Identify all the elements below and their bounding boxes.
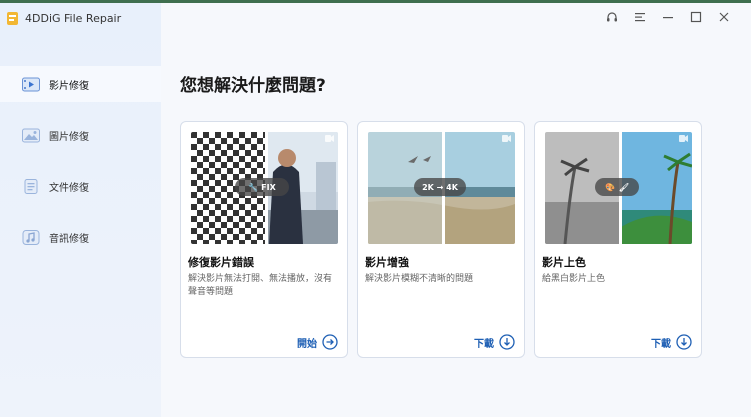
sidebar-item-image-repair[interactable]: 圖片修復 [0,117,161,153]
start-button[interactable]: 開始 [297,334,338,350]
wrench-icon: 🔧 [248,182,259,192]
close-icon[interactable] [717,10,731,24]
window-controls [605,10,731,24]
download-circle-icon [676,334,692,350]
sidebar-item-audio-repair[interactable]: 音訊修復 [0,219,161,255]
repair-video-thumbnail: 🔧 FIX [191,132,338,244]
video-colorize-thumbnail: 🎨 🖌 [545,132,692,244]
card-video-colorize[interactable]: 🎨 🖌 影片上色 給黑白影片上色 下載 [534,121,702,358]
sidebar: 4DDiG File Repair 影片修復 圖片修復 文件修復 音訊修復 [0,3,161,417]
menu-icon[interactable] [633,10,647,24]
card-description: 解決影片模糊不清晰的問題 [365,274,474,284]
sidebar-item-label: 文件修復 [49,182,89,194]
card-description: 解決影片無法打開、無法播放，沒有聲音等問題 [188,274,333,297]
maximize-icon[interactable] [689,10,703,24]
palette-icon: 🎨 [604,182,615,192]
card-title: 修復影片錯誤 [188,256,254,269]
camera-icon [679,135,688,142]
sidebar-item-label: 圖片修復 [49,131,89,143]
sidebar-item-video-repair[interactable]: 影片修復 [0,66,161,102]
brush-icon: 🖌 [618,182,630,192]
image-icon [22,128,40,142]
sidebar-item-label: 音訊修復 [49,233,89,245]
card-title: 影片上色 [542,256,586,269]
document-icon [24,178,38,194]
fix-badge: 🔧 FIX [235,178,289,196]
card-description: 給黑白影片上色 [542,274,606,284]
arrow-right-circle-icon [322,334,338,350]
headset-icon[interactable] [605,10,619,24]
card-video-enhance[interactable]: 2K → 4K 影片增強 解決影片模糊不清晰的問題 下載 [357,121,525,358]
sidebar-item-label: 影片修復 [49,80,89,92]
card-title: 影片增強 [365,256,409,269]
card-repair-video-errors[interactable]: 🔧 FIX 修復影片錯誤 解決影片無法打開、無法播放，沒有聲音等問題 開始 [180,121,348,358]
app-title: 4DDiG File Repair [25,12,122,25]
camera-icon [502,135,511,142]
video-enhance-thumbnail: 2K → 4K [368,132,515,244]
download-circle-icon [499,334,515,350]
colorize-badge: 🎨 🖌 [595,178,639,196]
camera-icon [325,135,334,142]
resolution-badge: 2K → 4K [414,178,466,196]
page-title: 您想解決什麼問題? [180,76,326,96]
minimize-icon[interactable] [661,10,675,24]
sidebar-item-document-repair[interactable]: 文件修復 [0,168,161,204]
download-button[interactable]: 下載 [651,334,692,350]
video-icon [22,77,40,91]
download-button[interactable]: 下載 [474,334,515,350]
app-logo-icon [7,12,18,25]
audio-icon [22,229,40,245]
